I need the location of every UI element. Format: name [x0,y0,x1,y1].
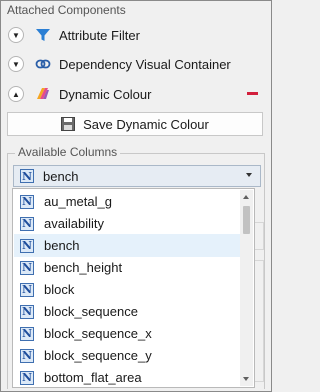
list-item[interactable]: N bench_height [14,256,240,279]
list-item[interactable]: N block_sequence_x [14,322,240,345]
column-n-icon: N [20,304,34,319]
dropdown-scrollbar[interactable] [240,190,253,386]
available-columns-legend: Available Columns [15,145,121,159]
column-n-icon: N [20,260,34,275]
collapse-toggle[interactable]: ▲ [8,86,24,102]
column-n-icon: N [20,282,34,297]
list-item-selected[interactable]: N bench [14,234,240,257]
column-dropdown-list[interactable]: N au_metal_g N availability N bench N be… [12,188,255,388]
link-icon [34,55,52,73]
column-n-icon: N [20,216,34,231]
list-item[interactable]: N block_sequence [14,300,240,323]
scroll-down-arrow-icon[interactable] [243,377,249,381]
component-label: Dependency Visual Container [59,56,231,72]
component-row-attribute-filter[interactable]: ▼ Attribute Filter [8,23,264,47]
save-dynamic-colour-button[interactable]: Save Dynamic Colour [7,112,263,136]
column-n-icon: N [20,194,34,209]
save-icon [61,117,76,131]
list-item[interactable]: N au_metal_g [14,190,240,213]
expand-toggle[interactable]: ▼ [8,27,24,43]
column-n-icon: N [20,169,34,183]
remove-button[interactable] [247,92,258,95]
save-button-label: Save Dynamic Colour [83,116,209,132]
column-select[interactable]: N bench [13,165,261,187]
column-n-icon: N [20,348,34,363]
expand-toggle[interactable]: ▼ [8,56,24,72]
scroll-up-arrow-icon[interactable] [243,195,249,199]
component-row-dependency-visual-container[interactable]: ▼ Dependency Visual Container [8,52,264,76]
column-select-value: bench [43,168,79,184]
column-n-icon: N [20,326,34,341]
list-item[interactable]: N block [14,278,240,301]
funnel-icon [34,26,52,44]
column-n-icon: N [20,238,34,253]
column-n-icon: N [20,370,34,385]
component-label: Dynamic Colour [59,86,152,102]
scrollbar-thumb[interactable] [243,206,250,234]
list-item[interactable]: N bottom_flat_area [14,366,240,387]
component-row-dynamic-colour[interactable]: ▲ Dynamic Colour [8,82,264,106]
component-label: Attribute Filter [59,27,140,43]
list-item[interactable]: N availability [14,212,240,235]
section-title: Attached Components [7,3,126,17]
paint-icon [34,85,52,103]
list-item[interactable]: N block_sequence_y [14,344,240,367]
chevron-down-icon[interactable] [246,173,252,177]
